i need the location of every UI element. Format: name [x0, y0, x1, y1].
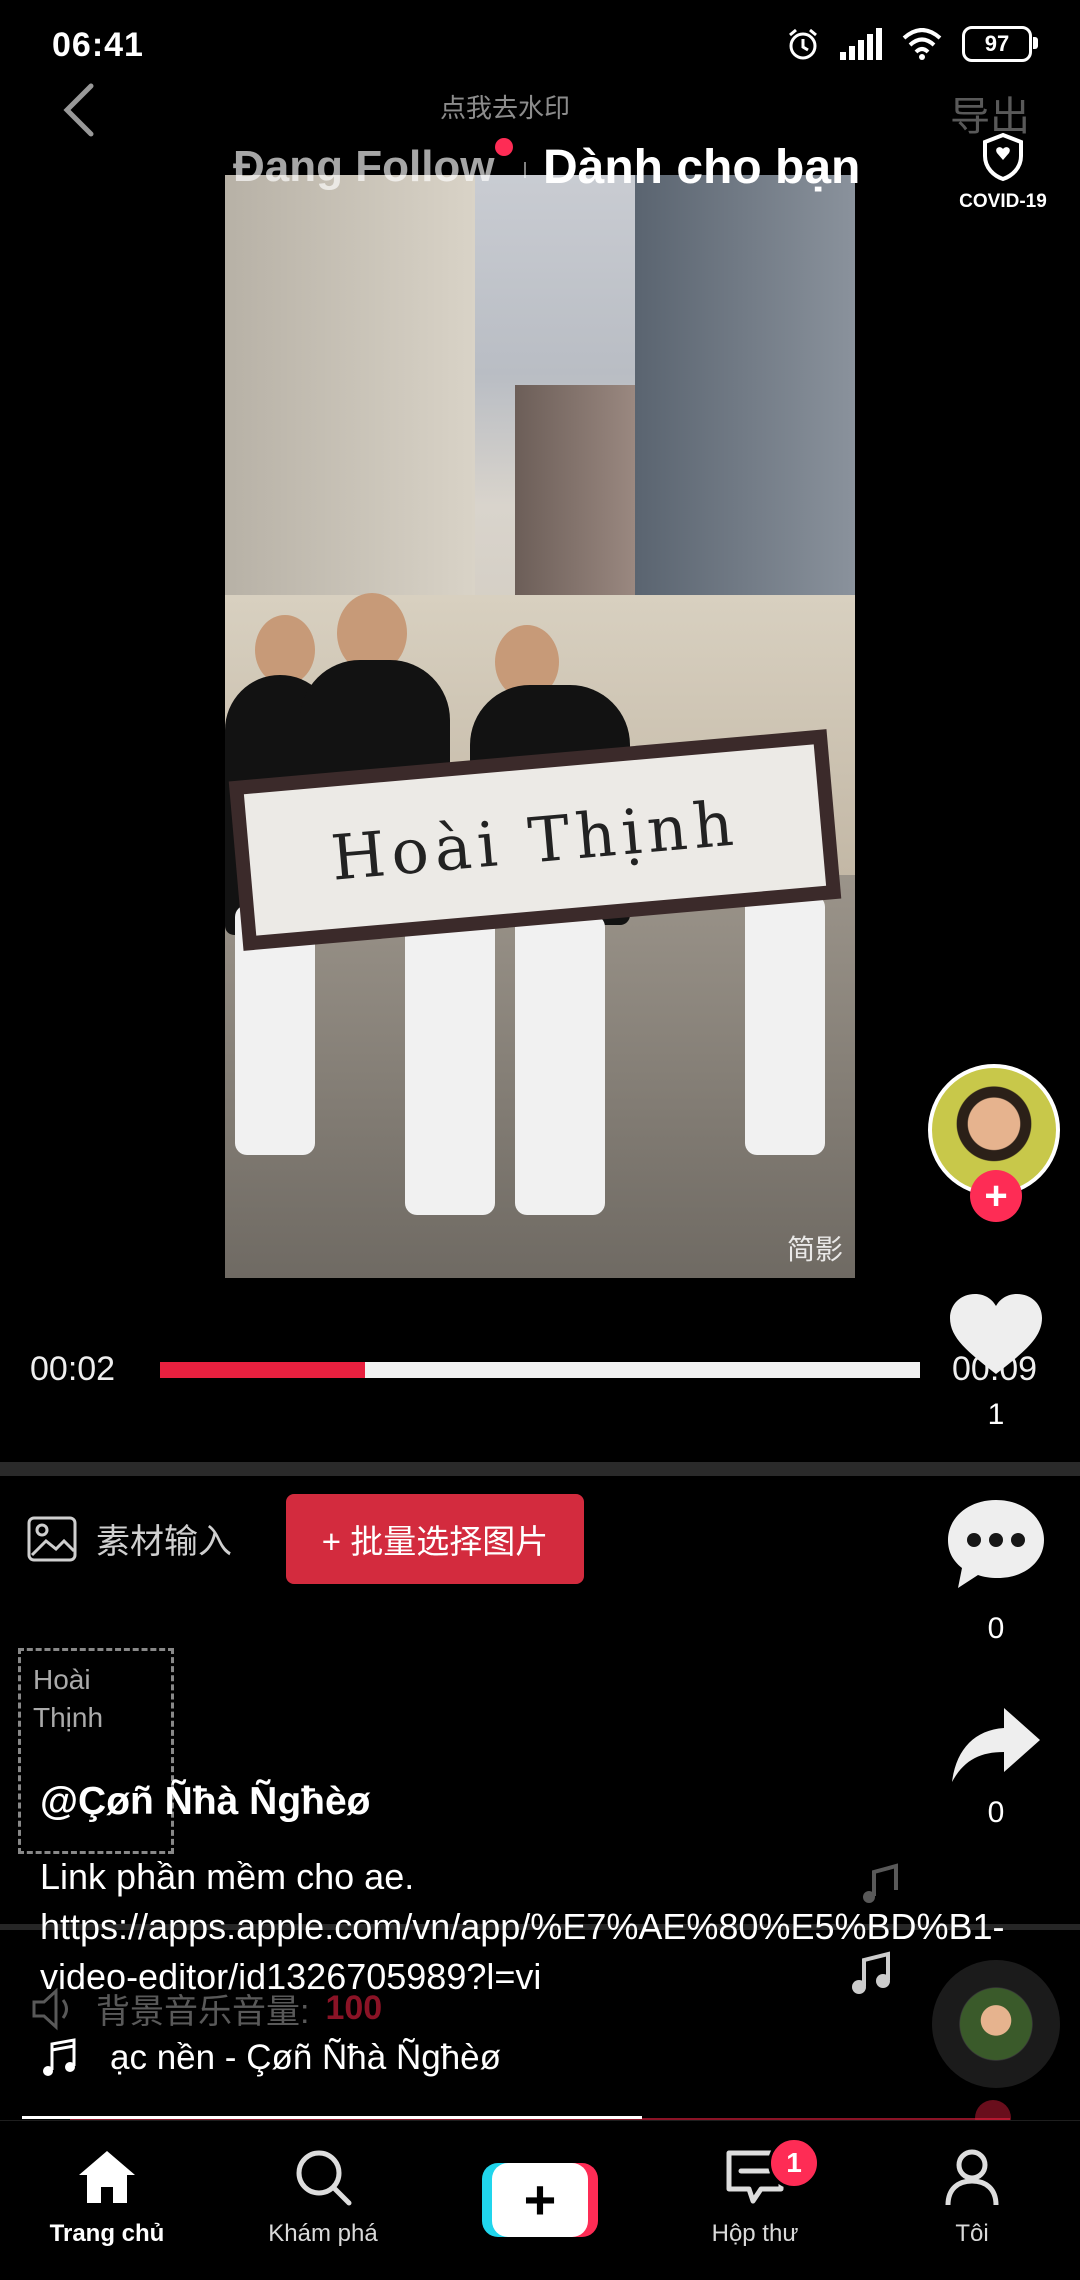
preview-line: Thịnh	[33, 1702, 104, 1733]
video-pants	[515, 915, 605, 1215]
video-player[interactable]: Hoài Thịnh 简影	[225, 175, 855, 1278]
shield-icon	[983, 132, 1023, 182]
heart-icon[interactable]	[946, 1290, 1046, 1380]
covid-label: COVID-19	[959, 191, 1047, 212]
music-disc-cover	[960, 1988, 1032, 2060]
status-icons: 97	[786, 26, 1038, 62]
remove-watermark-link[interactable]: 点我去水印	[440, 88, 570, 125]
video-sign-text: Hoài Thịnh	[243, 744, 827, 936]
plus-icon: +	[492, 2163, 588, 2237]
music-title: ạc nền - Çøñ Ñħà Ñgħèø	[110, 2038, 502, 2077]
music-note-icon	[852, 1951, 890, 1994]
video-caption: Link phần mềm cho ae. https://apps.apple…	[40, 1856, 1005, 1997]
music-disc[interactable]	[932, 1960, 1060, 2088]
nav-discover[interactable]: Khám phá	[233, 2147, 413, 2248]
preview-line: Hoài	[33, 1664, 91, 1695]
search-icon	[296, 2150, 352, 2206]
video-pants	[745, 895, 825, 1155]
progress-fill	[160, 1362, 366, 1378]
nav-discover-label: Khám phá	[268, 2220, 378, 2247]
author-username[interactable]: @Çøñ Ñħà Ñgħèø	[40, 1780, 371, 1824]
status-time: 06:41	[52, 26, 144, 64]
share-icon[interactable]	[948, 1704, 1044, 1786]
battery-indicator: 97	[962, 26, 1038, 62]
covid-button[interactable]: COVID-19	[955, 132, 1051, 213]
bottom-nav: Trang chủ Khám phá + Hộp thư 1 Tôi	[0, 2120, 1080, 2280]
tab-following[interactable]: Đang Follow	[233, 142, 495, 192]
tiktok-feed-screen: 06:41 97 Hoài Thịnh 简影 点我去水印 导出 Đang Fol…	[0, 0, 1080, 2280]
image-icon	[27, 1516, 77, 1561]
status-bar: 06:41 97	[0, 0, 1080, 95]
material-input[interactable]: 素材输入	[26, 1514, 232, 1563]
like-count: 1	[987, 1398, 1005, 1431]
wifi-icon	[902, 28, 942, 60]
create-button[interactable]: +	[482, 2163, 598, 2237]
video-pants	[405, 915, 495, 1215]
nav-inbox-label: Hộp thư	[711, 2220, 799, 2247]
nav-profile-label: Tôi	[955, 2220, 989, 2247]
video-corner-watermark: 简影	[786, 1234, 843, 1265]
current-time: 00:02	[30, 1350, 116, 1388]
tab-separator	[524, 162, 526, 178]
inbox-badge: 1	[768, 2137, 820, 2189]
follow-plus-button[interactable]: +	[970, 1170, 1022, 1222]
tab-for-you[interactable]: Dành cho bạn	[543, 140, 860, 195]
music-info[interactable]: ạc nền - Çøñ Ñħà Ñgħèø	[40, 2038, 501, 2078]
nav-home[interactable]: Trang chủ	[17, 2147, 197, 2248]
comment-icon[interactable]	[944, 1496, 1048, 1592]
divider	[0, 1462, 1080, 1476]
profile-icon	[945, 2149, 999, 2206]
watermark-text: 点我去水印	[440, 93, 571, 123]
battery-level: 97	[984, 31, 1010, 56]
batch-select-button[interactable]: + 批量选择图片	[286, 1494, 584, 1584]
alarm-icon	[789, 28, 817, 60]
progress-bar[interactable]	[160, 1362, 920, 1378]
nav-home-label: Trang chủ	[49, 2220, 165, 2247]
nav-top-line	[22, 2116, 642, 2119]
music-note-icon	[43, 2038, 76, 2076]
comment-count: 0	[987, 1612, 1005, 1645]
material-label: 素材输入	[96, 1523, 232, 1561]
signal-icon	[840, 28, 882, 60]
home-icon	[79, 2151, 135, 2203]
music-note-icon	[863, 1863, 898, 1903]
following-new-dot	[495, 138, 513, 156]
back-arrow-icon[interactable]	[55, 80, 105, 140]
share-count: 0	[987, 1796, 1005, 1829]
nav-profile[interactable]: Tôi	[882, 2147, 1062, 2248]
